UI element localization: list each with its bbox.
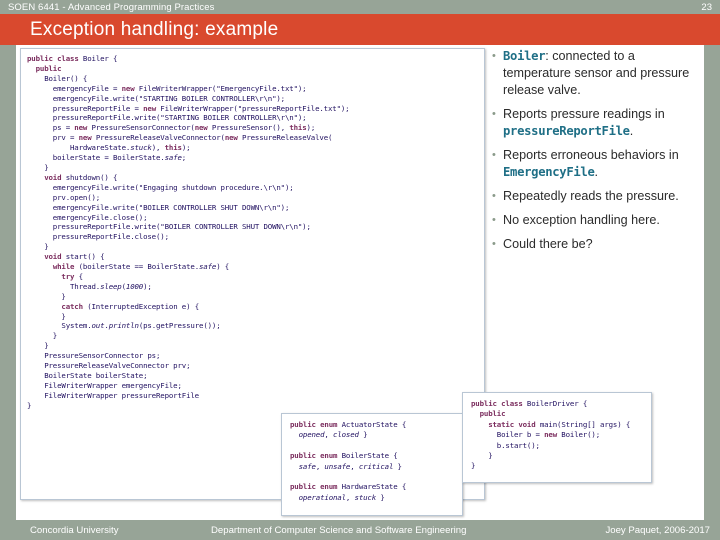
code-text-boiler: public class Boiler { public Boiler() { … [27, 54, 350, 410]
bullet-item: • Repeatedly reads the pressure. [492, 188, 697, 205]
page-title: Exception handling: example [30, 18, 279, 40]
bullet-dot-icon: • [492, 214, 496, 226]
bullet-text: Could there be? [503, 236, 593, 253]
bullet-dot-icon: • [492, 149, 496, 161]
bullet-text: Boiler: connected to a temperature senso… [503, 48, 697, 99]
bullet-dot-icon: • [492, 50, 496, 62]
bullet-plain-text: Reports erroneous behaviors in [503, 148, 679, 162]
footer-author: Joey Paquet, 2006-2017 [605, 525, 710, 536]
bullet-list: • Boiler: connected to a temperature sens… [492, 48, 697, 260]
bullet-code-token: Boiler [503, 49, 546, 63]
bullet-plain-text: Could there be? [503, 237, 593, 251]
bullet-code-token: pressureReportFile [503, 124, 630, 138]
bullet-text: Reports erroneous behaviors in Emergency… [503, 147, 697, 181]
bullet-text: Repeatedly reads the pressure. [503, 188, 679, 205]
bullet-dot-icon: • [492, 108, 496, 120]
course-title: SOEN 6441 - Advanced Programming Practic… [8, 1, 215, 13]
bullet-item: • Could there be? [492, 236, 697, 253]
bullet-text: Reports pressure readings in pressureRep… [503, 106, 697, 140]
code-text-driver: public class BoilerDriver { public stati… [471, 399, 631, 471]
bullet-code-token: EmergencyFile [503, 165, 595, 179]
bullet-plain-text: Reports pressure readings in [503, 107, 665, 121]
bullet-item: • Boiler: connected to a temperature sens… [492, 48, 697, 99]
bullet-plain-text: . [629, 124, 634, 138]
topbar: SOEN 6441 - Advanced Programming Practic… [0, 0, 720, 14]
page-number: 23 [701, 1, 712, 13]
bullet-item: • No exception handling here. [492, 212, 697, 229]
code-block-enums: public enum ActuatorState { opened, clos… [281, 413, 463, 516]
code-block-driver: public class BoilerDriver { public stati… [462, 392, 652, 483]
slide-root: SOEN 6441 - Advanced Programming Practic… [0, 0, 720, 540]
footer-divider [16, 519, 704, 520]
bullet-plain-text: No exception handling here. [503, 213, 660, 227]
code-text-enums: public enum ActuatorState { opened, clos… [290, 420, 407, 502]
footer-university: Concordia University [30, 525, 119, 536]
title-banner: Exception handling: example [0, 14, 720, 45]
bullet-text: No exception handling here. [503, 212, 660, 229]
bullet-plain-text: Repeatedly reads the pressure. [503, 189, 679, 203]
footer-department: Department of Computer Science and Softw… [211, 525, 467, 536]
bullet-dot-icon: • [492, 190, 496, 202]
bullet-item: • Reports erroneous behaviors in Emergenc… [492, 147, 697, 181]
footer: Concordia University Department of Compu… [0, 521, 720, 540]
bullet-item: • Reports pressure readings in pressureRe… [492, 106, 697, 140]
bullet-dot-icon: • [492, 238, 496, 250]
bullet-plain-text: . [594, 165, 599, 179]
